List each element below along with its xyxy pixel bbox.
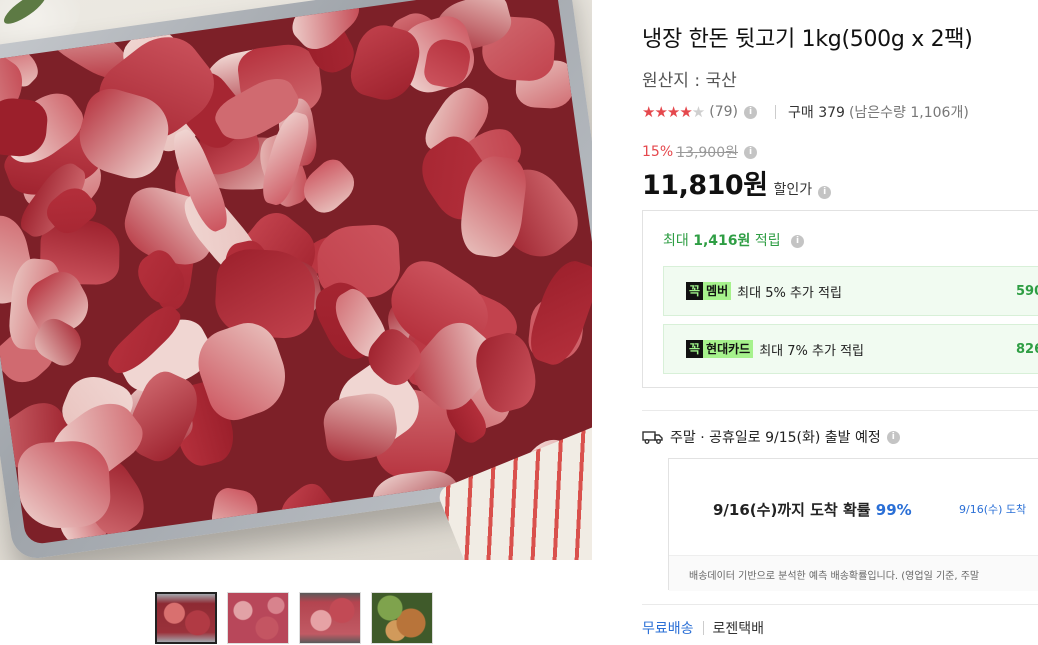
benefit-amount: 826	[1016, 341, 1038, 357]
benefit-amount: 590	[1016, 283, 1038, 299]
badge-mark: 꼭	[686, 340, 704, 358]
benefit-text: 최대 5% 추가 적립	[737, 285, 842, 301]
divider	[775, 105, 776, 119]
sale-price-label: 할인가	[773, 182, 813, 198]
badge-label: 멤버	[703, 282, 732, 300]
arrival-percent: 99%	[875, 501, 912, 519]
carrier-name: 로젠택배	[712, 621, 765, 637]
stars-filled: ★★★★	[642, 103, 693, 121]
truck-icon	[642, 431, 663, 444]
review-count[interactable]: (79)	[709, 104, 738, 120]
meat-chunk	[208, 485, 261, 544]
member-benefit[interactable]: 꼭멤버 최대 5% 추가 적립 590	[663, 266, 1038, 316]
info-icon[interactable]: i	[818, 186, 832, 199]
shipping-schedule: 주말 · 공휴일로 9/15(화) 출발 예정 i	[642, 427, 900, 447]
original-price: 13,900원	[676, 145, 738, 161]
badge-label: 현대카드	[703, 340, 754, 358]
info-icon[interactable]: i	[886, 430, 900, 444]
thumbnail-4[interactable]	[371, 592, 433, 644]
info-icon[interactable]: i	[744, 105, 757, 119]
section-divider	[642, 604, 1038, 605]
meat-chunk	[16, 439, 113, 531]
arrival-probability: 9/16(수)까지 도착 확률 99%	[713, 499, 912, 520]
thumbnail-list	[155, 592, 433, 644]
divider	[702, 621, 704, 635]
sale-price-row: 11,810원 할인가 i	[642, 163, 832, 202]
points-panel: 최대 1,416원 적립 i 꼭멤버 최대 5% 추가 적립 590 꼭현대카드…	[642, 210, 1038, 388]
product-title: 냉장 한돈 뒷고기 1kg(500g x 2팩)	[642, 27, 973, 52]
info-icon[interactable]: i	[791, 234, 805, 248]
stars-half: ★	[691, 103, 705, 121]
sale-price: 11,810원	[642, 170, 768, 201]
badge-mark: 꼭	[686, 282, 704, 300]
benefit-text: 최대 7% 추가 적립	[759, 343, 864, 359]
purchase-count: 구매 379	[788, 105, 845, 121]
thumbnail-1[interactable]	[155, 592, 217, 644]
arrival-note: 배송데이터 기반으로 분석한 예측 배송확률입니다. (영업일 기준, 주말	[669, 555, 1038, 591]
free-shipping-label: 무료배송	[642, 621, 694, 637]
max-point: 최대 1,416원 적립 i	[663, 230, 805, 250]
product-origin: 원산지 : 국산	[642, 71, 737, 91]
arrival-text: 9/16(수)까지 도착 확률	[713, 501, 871, 519]
arrival-date-label: 9/16(수) 도착	[959, 503, 1027, 516]
remaining-stock: (남은수량 1,106개)	[848, 105, 969, 121]
delivery-row: 무료배송 로젠택배	[642, 618, 764, 638]
member-badge: 꼭 멤버	[686, 282, 732, 300]
discount-rate: 15%	[642, 144, 674, 160]
max-point-prefix: 최대	[663, 233, 689, 249]
section-divider	[642, 410, 1038, 411]
rating-row: ★★★★★ (79) i 구매 379 (남은수량 1,106개)	[642, 102, 969, 122]
discount-row: 15% 13,900원 i	[642, 142, 757, 162]
rating-stars[interactable]: ★★★★★	[642, 103, 705, 121]
info-icon[interactable]: i	[744, 145, 757, 159]
card-badge: 꼭 현대카드	[686, 340, 754, 358]
shipping-schedule-text: 주말 · 공휴일로 9/15(화) 출발 예정	[670, 430, 881, 446]
meat-chunk	[272, 478, 341, 545]
card-benefit[interactable]: 꼭현대카드 최대 7% 추가 적립 826	[663, 324, 1038, 374]
thumbnail-2[interactable]	[227, 592, 289, 644]
max-point-suffix: 적립	[754, 233, 781, 249]
thumbnail-3[interactable]	[299, 592, 361, 644]
max-point-amount: 1,416원	[693, 233, 751, 249]
main-product-image	[0, 0, 592, 560]
arrival-probability-panel: 9/16(수)까지 도착 확률 99% 9/16(수) 도착 배송데이터 기반으…	[668, 458, 1038, 591]
